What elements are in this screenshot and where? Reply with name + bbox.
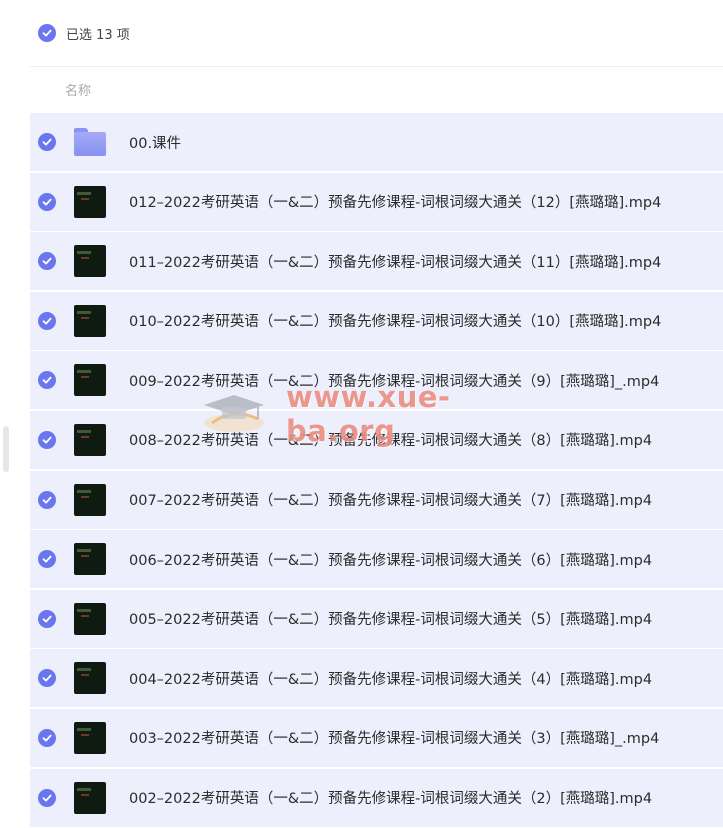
row-checkbox-icon[interactable] [38, 550, 56, 569]
column-header: 名称 [30, 67, 723, 112]
video-thumbnail-icon [74, 543, 106, 576]
file-row[interactable]: 011–2022考研英语（一&二）预备先修课程-词根词缀大通关（11）[燕璐璐]… [30, 232, 723, 291]
file-row[interactable]: 003–2022考研英语（一&二）预备先修课程-词根词缀大通关（3）[燕璐璐]_… [30, 708, 723, 767]
row-checkbox-icon[interactable] [38, 490, 56, 509]
file-name[interactable]: 005–2022考研英语（一&二）预备先修课程-词根词缀大通关（5）[燕璐璐].… [129, 608, 652, 629]
video-thumbnail-icon [74, 245, 106, 278]
file-row[interactable]: 008–2022考研英语（一&二）预备先修课程-词根词缀大通关（8）[燕璐璐].… [30, 410, 723, 469]
row-checkbox-icon[interactable] [38, 133, 56, 151]
folder-icon [74, 128, 106, 156]
video-thumbnail-icon [74, 781, 106, 814]
file-name[interactable]: 00.课件 [129, 132, 181, 153]
file-name[interactable]: 010–2022考研英语（一&二）预备先修课程-词根词缀大通关（10）[燕璐璐]… [129, 310, 661, 331]
file-list: 00.课件 012–2022考研英语（一&二）预备先修课程-词根词缀大通关（12）… [30, 113, 723, 828]
row-checkbox-icon[interactable] [38, 788, 56, 807]
file-name[interactable]: 002–2022考研英语（一&二）预备先修课程-词根词缀大通关（2）[燕璐璐].… [129, 787, 652, 808]
row-checkbox-icon[interactable] [38, 669, 56, 688]
video-thumbnail-icon [74, 364, 106, 397]
file-name[interactable]: 009–2022考研英语（一&二）预备先修课程-词根词缀大通关（9）[燕璐璐]_… [129, 370, 659, 391]
file-row[interactable]: 002–2022考研英语（一&二）预备先修课程-词根词缀大通关（2）[燕璐璐].… [30, 768, 723, 827]
file-row[interactable]: 010–2022考研英语（一&二）预备先修课程-词根词缀大通关（10）[燕璐璐]… [30, 291, 723, 350]
selection-count: 已选 13 项 [66, 27, 130, 43]
row-checkbox-icon[interactable] [38, 609, 56, 628]
video-thumbnail-icon [74, 483, 106, 516]
video-thumbnail-icon [74, 304, 106, 337]
row-checkbox-icon[interactable] [38, 252, 56, 271]
file-name[interactable]: 003–2022考研英语（一&二）预备先修课程-词根词缀大通关（3）[燕璐璐]_… [129, 727, 659, 748]
file-row[interactable]: 009–2022考研英语（一&二）预备先修课程-词根词缀大通关（9）[燕璐璐]_… [30, 351, 723, 410]
file-row[interactable]: 006–2022考研英语（一&二）预备先修课程-词根词缀大通关（6）[燕璐璐].… [30, 530, 723, 589]
row-checkbox-icon[interactable] [38, 192, 56, 211]
row-checkbox-icon[interactable] [38, 311, 56, 330]
file-row[interactable]: 00.课件 [30, 113, 723, 171]
file-name[interactable]: 006–2022考研英语（一&二）预备先修课程-词根词缀大通关（6）[燕璐璐].… [129, 549, 652, 570]
scrollbar-handle[interactable] [3, 426, 9, 472]
file-row[interactable]: 012–2022考研英语（一&二）预备先修课程-词根词缀大通关（12）[燕璐璐]… [30, 172, 723, 231]
video-thumbnail-icon [74, 602, 106, 635]
file-row[interactable]: 005–2022考研英语（一&二）预备先修课程-词根词缀大通关（5）[燕璐璐].… [30, 589, 723, 648]
video-thumbnail-icon [74, 721, 106, 754]
video-thumbnail-icon [74, 185, 106, 218]
select-all-checkbox-icon[interactable] [38, 24, 56, 42]
file-row[interactable]: 007–2022考研英语（一&二）预备先修课程-词根词缀大通关（7）[燕璐璐].… [30, 470, 723, 529]
file-name[interactable]: 011–2022考研英语（一&二）预备先修课程-词根词缀大通关（11）[燕璐璐]… [129, 251, 661, 272]
file-name[interactable]: 004–2022考研英语（一&二）预备先修课程-词根词缀大通关（4）[燕璐璐].… [129, 668, 652, 689]
video-thumbnail-icon [74, 423, 106, 456]
file-name[interactable]: 008–2022考研英语（一&二）预备先修课程-词根词缀大通关（8）[燕璐璐].… [129, 429, 652, 450]
file-name[interactable]: 007–2022考研英语（一&二）预备先修课程-词根词缀大通关（7）[燕璐璐].… [129, 489, 652, 510]
file-row[interactable]: 004–2022考研英语（一&二）预备先修课程-词根词缀大通关（4）[燕璐璐].… [30, 649, 723, 708]
row-checkbox-icon[interactable] [38, 371, 56, 390]
row-checkbox-icon[interactable] [38, 430, 56, 449]
video-thumbnail-icon [74, 662, 106, 695]
row-checkbox-icon[interactable] [38, 728, 56, 747]
selection-toolbar: 已选 13 项 [30, 0, 723, 67]
file-name[interactable]: 012–2022考研英语（一&二）预备先修课程-词根词缀大通关（12）[燕璐璐]… [129, 191, 661, 212]
column-name-header[interactable]: 名称 [65, 80, 91, 99]
